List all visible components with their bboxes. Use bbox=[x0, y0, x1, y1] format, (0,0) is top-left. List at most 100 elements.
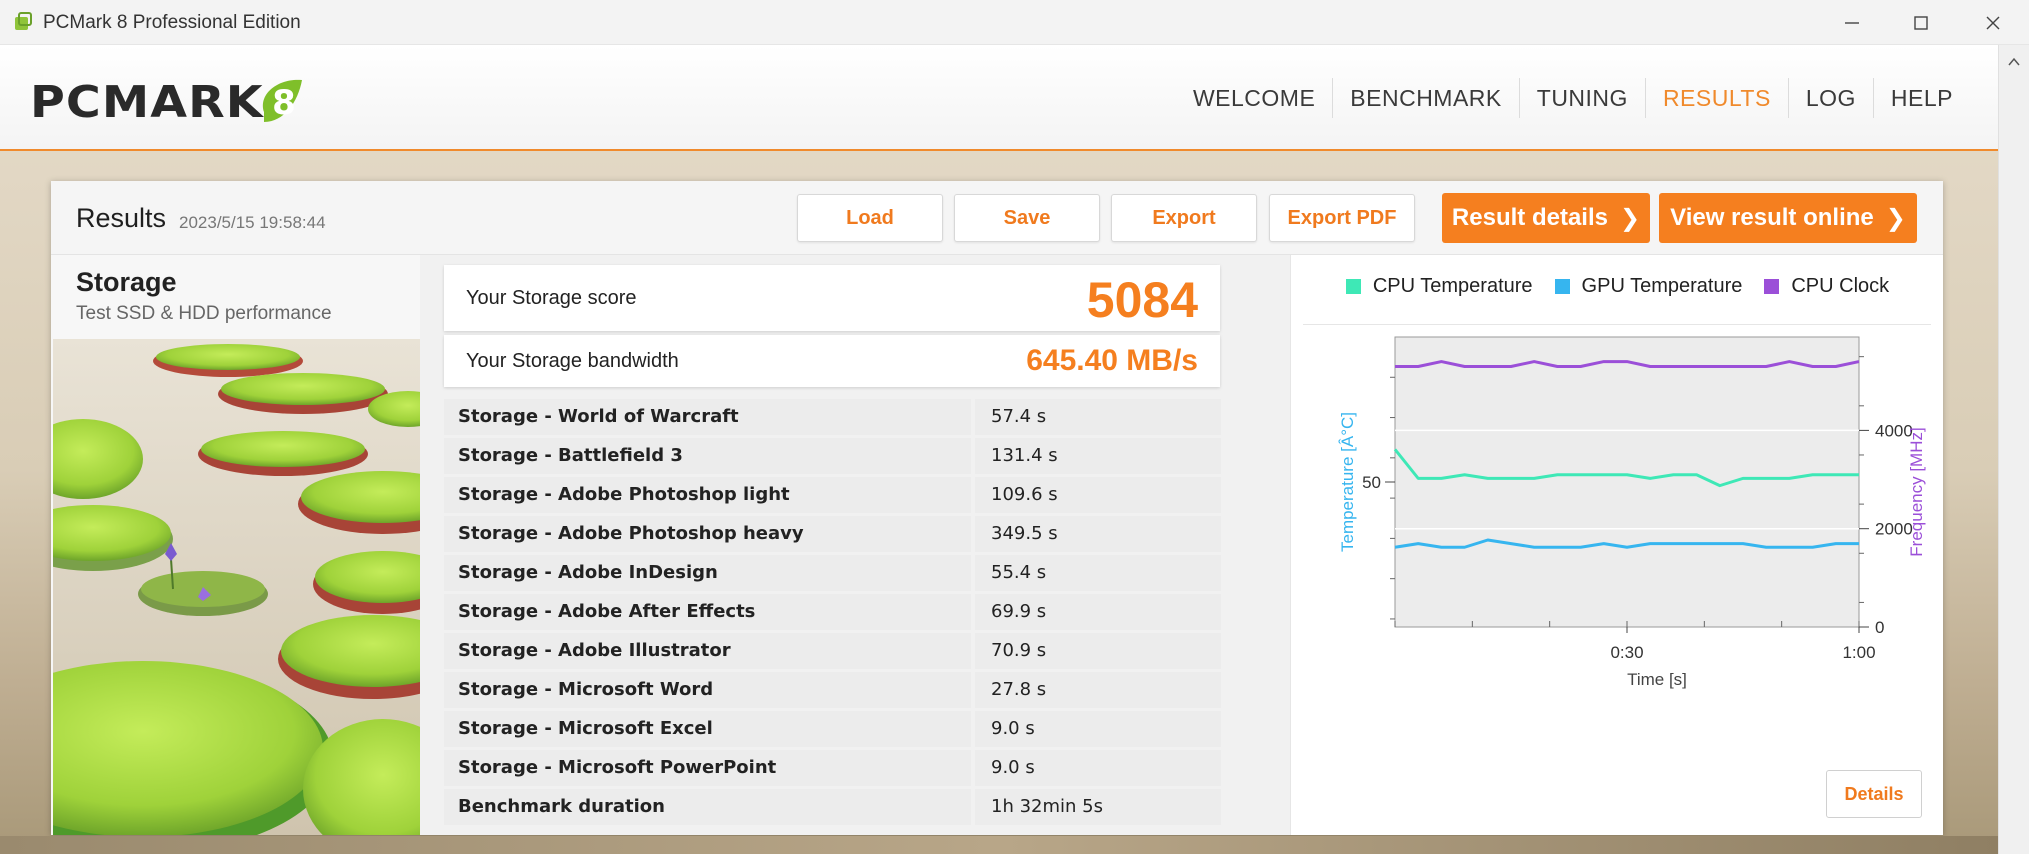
row-value: 55.4 s bbox=[975, 555, 1221, 591]
load-button[interactable]: Load bbox=[797, 194, 943, 242]
test-info-column: Storage Test SSD & HDD performance bbox=[51, 255, 420, 835]
nav-tuning[interactable]: TUNING bbox=[1518, 78, 1645, 118]
row-value: 9.0 s bbox=[975, 750, 1221, 786]
legend-swatch-cpu-temperature bbox=[1345, 279, 1361, 294]
row-value: 57.4 s bbox=[975, 399, 1221, 435]
app-header: PCMARK 8 WELCOME BENCHMARK TUNING RESULT… bbox=[0, 45, 1998, 151]
row-name: Storage - Adobe After Effects bbox=[444, 594, 971, 630]
nav-results[interactable]: RESULTS bbox=[1644, 78, 1788, 118]
row-name: Storage - Microsoft Excel bbox=[444, 711, 971, 747]
table-row: Storage - Adobe After Effects 69.9 s bbox=[444, 591, 1221, 630]
results-title: Results bbox=[76, 203, 167, 233]
table-row: Storage - Microsoft PowerPoint 9.0 s bbox=[444, 747, 1221, 786]
y-right-axis-title: Frequency [MHz] bbox=[1907, 427, 1926, 556]
row-value: 1h 32min 5s bbox=[975, 789, 1221, 825]
minimize-icon bbox=[1845, 21, 1859, 24]
subtest-results-table: Storage - World of Warcraft 57.4 s Storag… bbox=[444, 396, 1221, 825]
table-row: Storage - Microsoft Excel 9.0 s bbox=[444, 708, 1221, 747]
plot-area bbox=[1394, 336, 1860, 628]
row-value: 349.5 s bbox=[975, 516, 1221, 552]
legend-swatch-gpu-temperature bbox=[1554, 279, 1570, 294]
row-value: 27.8 s bbox=[975, 672, 1221, 708]
export-button[interactable]: Export bbox=[1111, 194, 1257, 242]
nav-welcome[interactable]: WELCOME bbox=[1176, 78, 1332, 118]
view-result-online-label: View result online bbox=[1670, 204, 1874, 231]
storage-score-value: 5084 bbox=[1086, 272, 1198, 328]
main-nav: WELCOME BENCHMARK TUNING RESULTS LOG HEL… bbox=[1176, 45, 1970, 151]
storage-score-card: Your Storage score 5084 bbox=[444, 265, 1220, 331]
row-value: 131.4 s bbox=[975, 438, 1221, 474]
result-details-button[interactable]: Result details ❯ bbox=[1442, 193, 1650, 243]
results-header: Results 2023/5/15 19:58:44 Load Save Exp… bbox=[51, 181, 1943, 255]
results-panel: Results 2023/5/15 19:58:44 Load Save Exp… bbox=[51, 181, 1943, 835]
details-button[interactable]: Details bbox=[1826, 770, 1922, 818]
row-name: Storage - Microsoft Word bbox=[444, 672, 971, 708]
x-axis-title: Time [s] bbox=[1627, 670, 1687, 689]
legend-label: CPU Temperature bbox=[1372, 275, 1533, 297]
y-left-tick-label: 50 bbox=[1362, 473, 1381, 492]
app-icon bbox=[15, 12, 32, 30]
pcmark-logo: PCMARK 8 bbox=[30, 73, 310, 131]
logo-text: PCMARK bbox=[30, 76, 264, 128]
test-description: Test SSD & HDD performance bbox=[76, 303, 332, 324]
monitoring-chart-column: CPU Temperature GPU Temperature CPU Cloc… bbox=[1290, 255, 1943, 835]
chart-legend: CPU Temperature GPU Temperature CPU Cloc… bbox=[1291, 275, 1944, 298]
row-value: 70.9 s bbox=[975, 633, 1221, 669]
storage-bandwidth-card: Your Storage bandwidth 645.40 MB/s bbox=[444, 335, 1220, 387]
nav-help[interactable]: HELP bbox=[1872, 78, 1970, 118]
row-value: 69.9 s bbox=[975, 594, 1221, 630]
chevron-right-icon: ❯ bbox=[1885, 204, 1906, 232]
results-date: 2023/5/15 19:58:44 bbox=[179, 213, 326, 232]
vertical-scrollbar[interactable] bbox=[1998, 45, 2029, 854]
export-pdf-button[interactable]: Export PDF bbox=[1269, 194, 1415, 242]
storage-score-label: Your Storage score bbox=[466, 287, 637, 309]
legend-swatch-cpu-clock bbox=[1764, 279, 1780, 294]
table-row: Storage - Adobe Illustrator 70.9 s bbox=[444, 630, 1221, 669]
close-icon bbox=[1986, 16, 2000, 29]
close-button[interactable] bbox=[1958, 0, 2028, 45]
row-name: Benchmark duration bbox=[444, 789, 971, 825]
legend-gpu-temperature: GPU Temperature bbox=[1554, 275, 1743, 298]
table-row: Storage - Adobe InDesign 55.4 s bbox=[444, 552, 1221, 591]
legend-label: CPU Clock bbox=[1791, 275, 1890, 297]
maximize-icon bbox=[1914, 15, 1928, 30]
table-row: Storage - Microsoft Word 27.8 s bbox=[444, 669, 1221, 708]
row-value: 109.6 s bbox=[975, 477, 1221, 513]
row-value: 9.0 s bbox=[975, 711, 1221, 747]
y-left-axis-title: Temperature [Â°C] bbox=[1338, 412, 1357, 552]
nav-log[interactable]: LOG bbox=[1787, 78, 1873, 118]
x-tick-label: 1:00 bbox=[1842, 643, 1875, 662]
title-bar: PCMark 8 Professional Edition bbox=[0, 0, 2029, 45]
view-result-online-button[interactable]: View result online ❯ bbox=[1659, 193, 1917, 243]
legend-cpu-temperature: CPU Temperature bbox=[1345, 275, 1533, 298]
storage-bandwidth-label: Your Storage bandwidth bbox=[466, 350, 679, 372]
scores-column: Your Storage score 5084 Your Storage ban… bbox=[420, 255, 1290, 835]
minimize-button[interactable] bbox=[1817, 0, 1887, 45]
row-name: Storage - World of Warcraft bbox=[444, 399, 971, 435]
logo-version: 8 bbox=[273, 83, 297, 123]
table-row: Storage - Adobe Photoshop light 109.6 s bbox=[444, 474, 1221, 513]
table-row: Storage - World of Warcraft 57.4 s bbox=[444, 396, 1221, 435]
test-name: Storage bbox=[76, 267, 177, 297]
row-name: Storage - Adobe InDesign bbox=[444, 555, 971, 591]
legend-cpu-clock: CPU Clock bbox=[1764, 275, 1889, 298]
y-right-tick-label: 0 bbox=[1875, 618, 1884, 637]
window-title: PCMark 8 Professional Edition bbox=[43, 12, 301, 33]
maximize-button[interactable] bbox=[1886, 0, 1956, 45]
save-button[interactable]: Save bbox=[954, 194, 1100, 242]
row-name: Storage - Adobe Illustrator bbox=[444, 633, 971, 669]
row-name: Storage - Battlefield 3 bbox=[444, 438, 971, 474]
row-name: Storage - Adobe Photoshop light bbox=[444, 477, 971, 513]
x-tick-label: 0:30 bbox=[1610, 643, 1643, 662]
table-row: Benchmark duration 1h 32min 5s bbox=[444, 786, 1221, 825]
test-image-lily-pads bbox=[53, 339, 420, 835]
row-name: Storage - Adobe Photoshop heavy bbox=[444, 516, 971, 552]
storage-bandwidth-value: 645.40 MB/s bbox=[1026, 344, 1198, 377]
table-row: Storage - Adobe Photoshop heavy 349.5 s bbox=[444, 513, 1221, 552]
chevron-right-icon: ❯ bbox=[1619, 204, 1641, 232]
nav-benchmark[interactable]: BENCHMARK bbox=[1332, 78, 1518, 118]
scroll-up-icon[interactable] bbox=[2008, 57, 2020, 67]
legend-label: GPU Temperature bbox=[1581, 275, 1743, 297]
monitoring-line-chart: 0:30 1:0050020004000Time [s]Temperature [… bbox=[1338, 336, 1926, 689]
table-row: Storage - Battlefield 3 131.4 s bbox=[444, 435, 1221, 474]
